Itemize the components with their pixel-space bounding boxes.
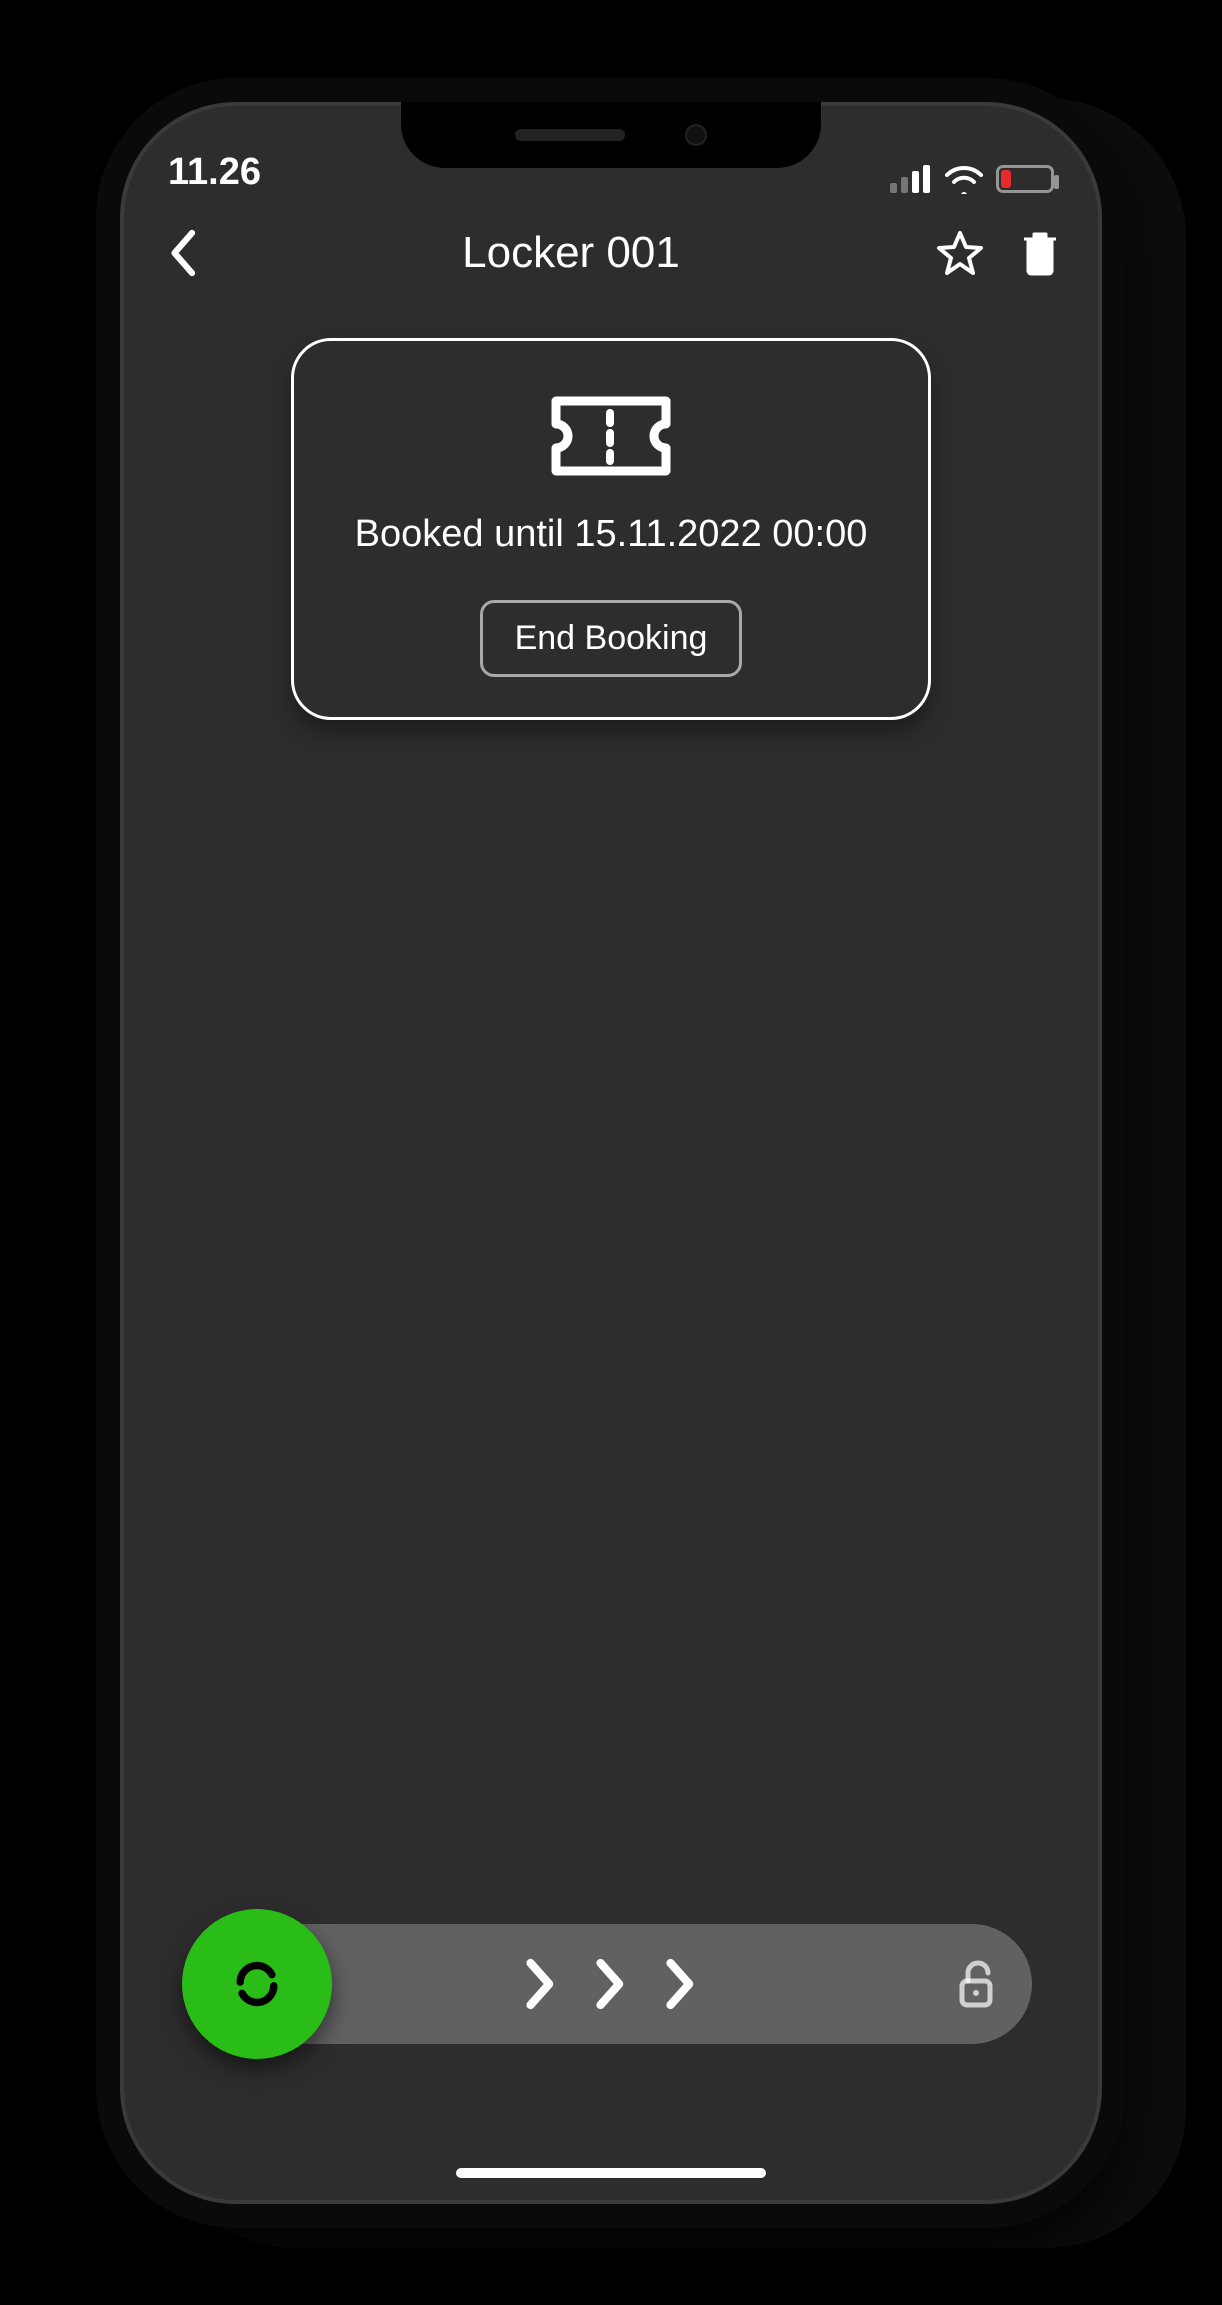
nav-bar: Locker 001 — [120, 198, 1102, 308]
ticket-icon — [546, 391, 676, 481]
chevron-right-icon — [516, 1956, 566, 2012]
screen: 11.26 — [120, 102, 1102, 2204]
sync-icon — [229, 1956, 285, 2012]
chevron-right-icon — [586, 1956, 636, 2012]
unlock-icon — [956, 1959, 996, 2009]
slider-track[interactable] — [190, 1924, 1032, 2044]
booked-until-label: Booked until 15.11.2022 00:00 — [355, 513, 868, 556]
signal-icon — [890, 165, 932, 193]
chevron-right-icon — [656, 1956, 706, 2012]
back-button[interactable] — [156, 227, 208, 279]
status-time: 11.26 — [168, 151, 308, 194]
device-notch — [401, 102, 821, 168]
home-indicator[interactable] — [456, 2168, 766, 2178]
booking-card: Booked until 15.11.2022 00:00 End Bookin… — [291, 338, 931, 720]
phone-frame: 11.26 — [96, 78, 1126, 2228]
battery-icon — [996, 165, 1054, 193]
slider-knob[interactable] — [182, 1909, 332, 2059]
wifi-icon — [944, 164, 984, 194]
trash-icon — [1020, 229, 1060, 277]
speaker-grille — [515, 129, 625, 141]
page-title: Locker 001 — [232, 228, 910, 278]
chevron-left-icon — [165, 228, 199, 278]
front-camera — [685, 124, 707, 146]
star-outline-icon — [936, 229, 984, 277]
unlock-slider[interactable] — [190, 1924, 1032, 2044]
status-icons — [890, 164, 1054, 194]
favorite-button[interactable] — [934, 227, 986, 279]
end-booking-button[interactable]: End Booking — [480, 600, 743, 677]
delete-button[interactable] — [1014, 227, 1066, 279]
